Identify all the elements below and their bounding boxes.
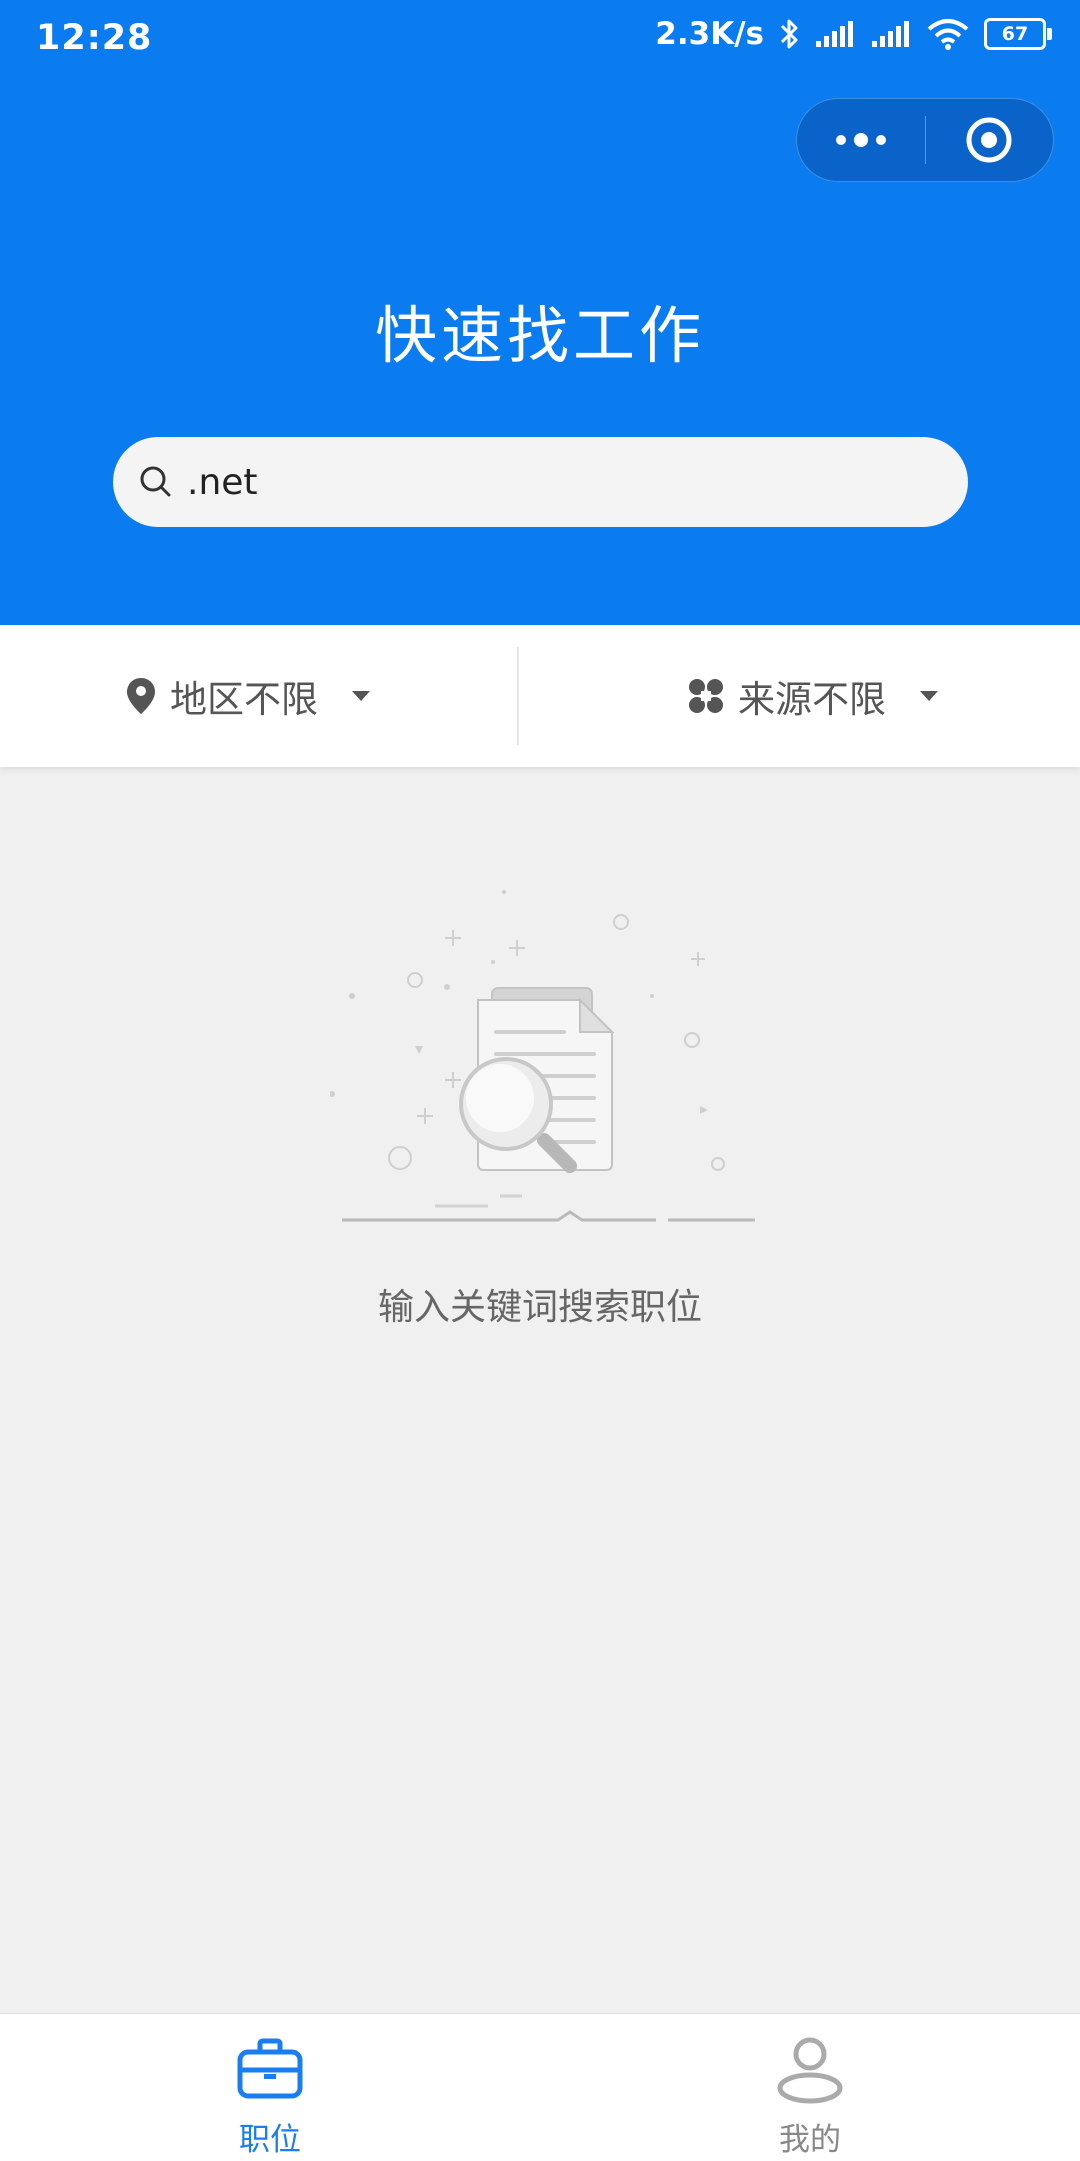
miniprogram-capsule [796, 98, 1054, 182]
region-filter[interactable]: 地区不限 [126, 625, 370, 767]
search-input[interactable] [185, 460, 949, 504]
chevron-down-icon [920, 691, 938, 701]
tab-jobs[interactable]: 职位 [0, 2014, 540, 2161]
target-icon [966, 117, 1012, 163]
close-miniprogram-button[interactable] [926, 98, 1054, 182]
header: 12:28 2.3K/s 67 快速找工作 .net [0, 0, 1080, 625]
region-filter-label: 地区不限 [170, 678, 318, 721]
empty-search-illustration [330, 890, 755, 1222]
filter-divider [517, 647, 519, 745]
tab-jobs-label: 职位 [239, 2122, 301, 2158]
more-button[interactable] [797, 98, 925, 182]
network-speed: 2.3K/s [655, 16, 764, 52]
location-pin-icon [127, 678, 155, 714]
bluetooth-icon [780, 19, 798, 49]
search-icon [140, 466, 171, 497]
user-icon [777, 2037, 843, 2104]
wifi-icon [927, 19, 969, 50]
battery-icon: 67 [984, 18, 1052, 50]
empty-state-message: 输入关键词搜索职位 [377, 1287, 702, 1328]
briefcase-icon [237, 2038, 303, 2099]
source-filter[interactable]: 来源不限 [688, 625, 938, 767]
more-dots-icon [835, 133, 886, 147]
status-time: 12:28 [36, 18, 153, 58]
tab-mine[interactable]: 我的 [540, 2014, 1080, 2161]
signal-icon-2 [872, 21, 909, 47]
page-title: 快速找工作 [374, 299, 705, 372]
status-icons: 2.3K/s 67 [655, 16, 1052, 52]
filter-bar: 地区不限 来源不限 [0, 625, 1080, 767]
tab-bar: 职位 我的 [0, 2013, 1080, 2161]
source-filter-label: 来源不限 [738, 678, 886, 721]
search-box[interactable] [113, 437, 968, 527]
apps-icon [689, 679, 723, 713]
signal-icon [816, 21, 853, 47]
status-bar: 12:28 2.3K/s 67 [0, 0, 1080, 78]
battery-level: 67 [1001, 23, 1029, 45]
tab-mine-label: 我的 [779, 2122, 841, 2158]
chevron-down-icon [352, 691, 370, 701]
